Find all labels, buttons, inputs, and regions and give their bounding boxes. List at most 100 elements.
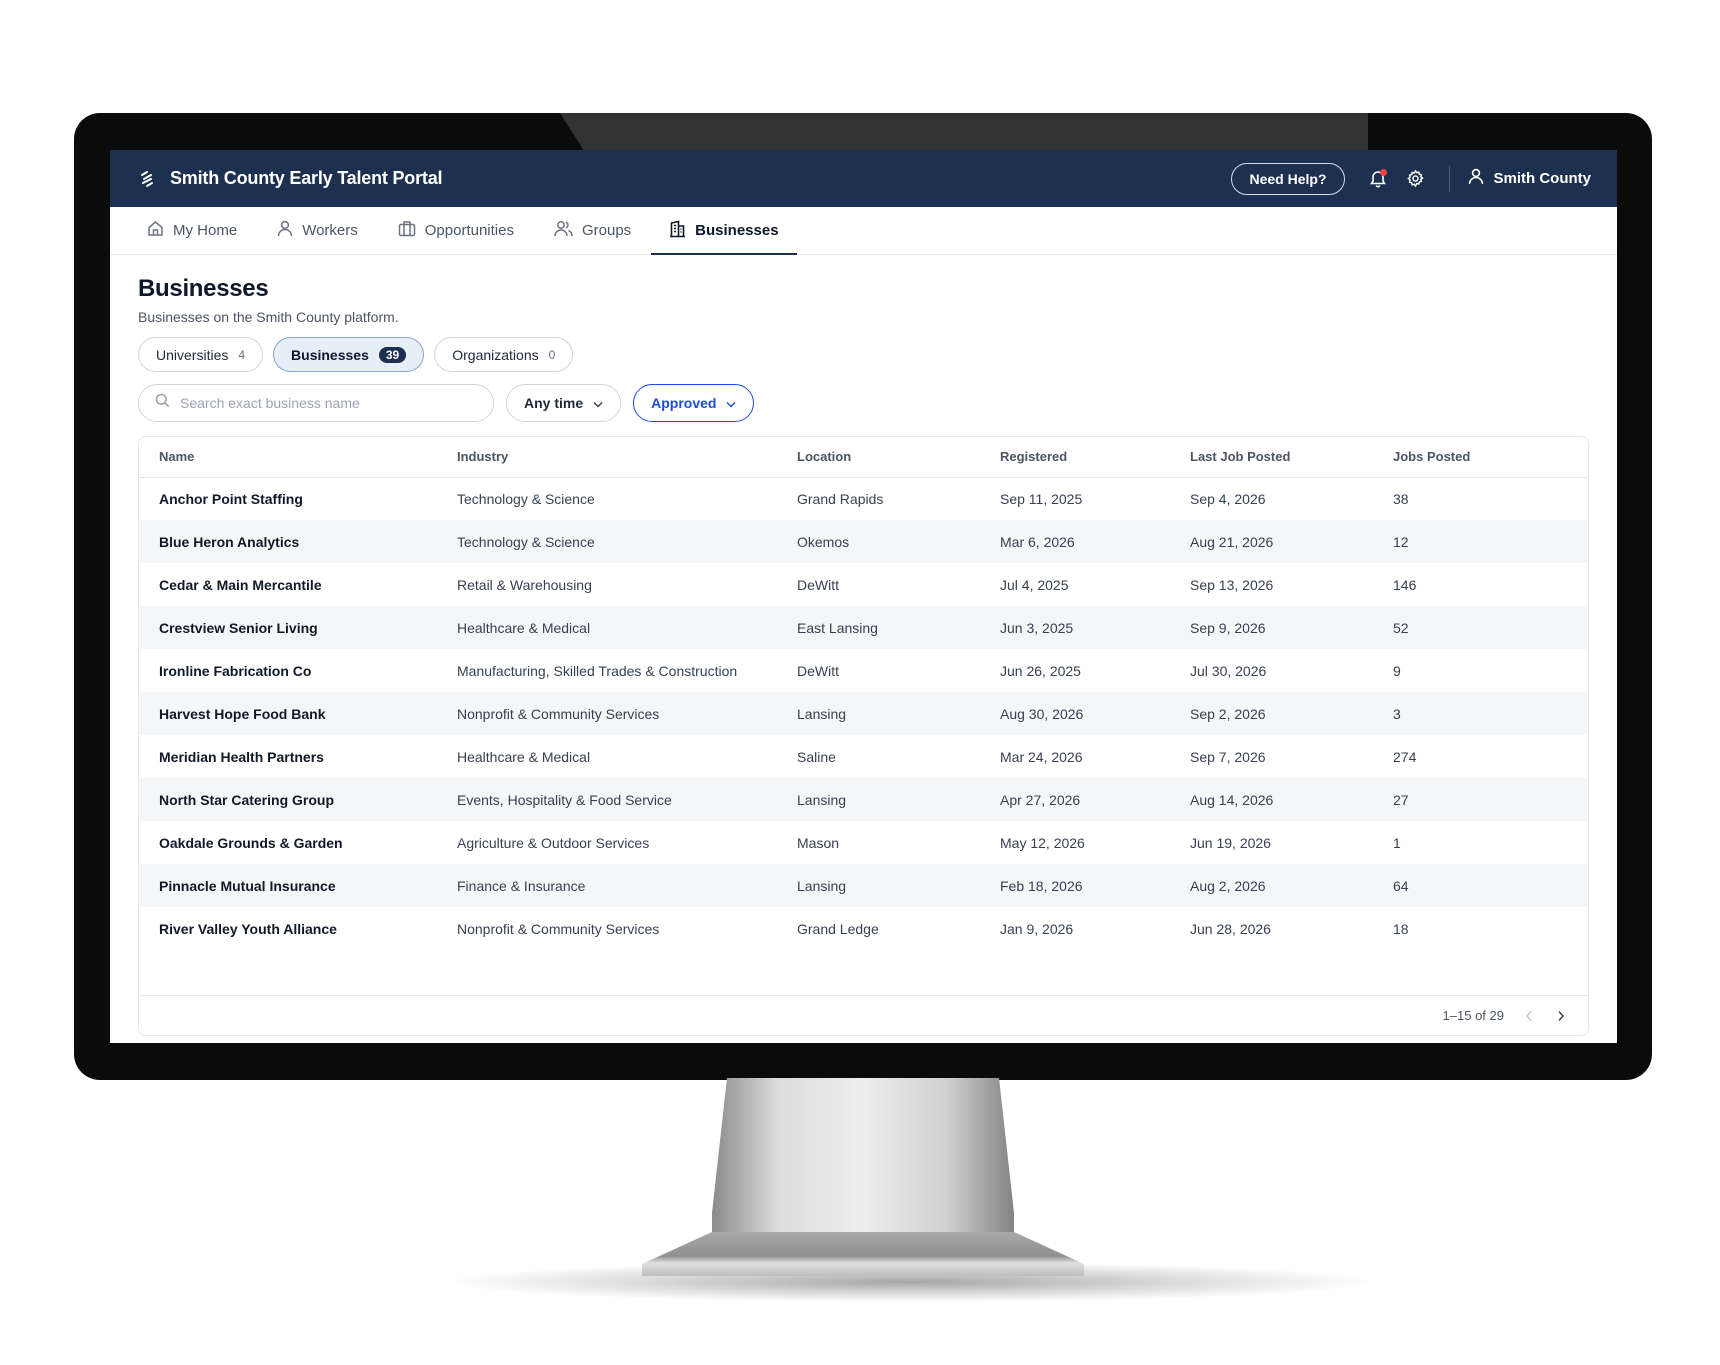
table-cell: Sep 2, 2026 <box>1190 705 1266 722</box>
nav-item-groups[interactable]: Groups <box>552 207 633 254</box>
table-cell: Nonprofit & Community Services <box>457 705 660 722</box>
notification-dot <box>1379 168 1387 176</box>
column-header[interactable]: Industry <box>437 437 777 478</box>
segment-universities[interactable]: Universities 4 <box>138 337 264 372</box>
table-cell: 274 <box>1393 748 1417 765</box>
table-cell: Pinnacle Mutual Insurance <box>159 877 336 894</box>
table-cell: Ironline Fabrication Co <box>159 662 312 679</box>
table-row[interactable]: Meridian Health Partners Healthcare & Med… <box>139 735 1588 778</box>
monitor-stand-base <box>642 1232 1084 1276</box>
table-row[interactable]: Crestview Senior Living Healthcare & Medi… <box>139 606 1588 649</box>
table-cell: Sep 7, 2026 <box>1190 748 1266 765</box>
table-cell: Jun 3, 2025 <box>1000 619 1074 636</box>
column-header[interactable]: Registered <box>980 437 1170 478</box>
column-header[interactable]: Jobs Posted <box>1373 437 1588 478</box>
account-name: Smith County <box>1493 170 1592 187</box>
notifications-bell-icon[interactable] <box>1365 166 1391 192</box>
table-header-row: Name Industry Location Registered Last Job P… <box>139 437 1588 478</box>
table-cell: May 12, 2026 <box>1000 834 1085 851</box>
table-cell: River Valley Youth Alliance <box>159 920 337 937</box>
segment-label: Organizations <box>452 346 539 363</box>
column-header[interactable]: Last Job Posted <box>1170 437 1373 478</box>
table-cell: Meridian Health Partners <box>159 748 324 765</box>
table-row[interactable]: Cedar & Main Mercantile Retail & Warehous… <box>139 563 1588 606</box>
table-cell: 146 <box>1393 576 1417 593</box>
table-cell: 1 <box>1393 834 1401 851</box>
table-cell: East Lansing <box>797 619 878 636</box>
segment-label: Universities <box>156 346 229 363</box>
table-cell: Events, Hospitality & Food Service <box>457 791 672 808</box>
nav-item-workers[interactable]: Workers <box>275 207 360 254</box>
table-cell: Grand Rapids <box>797 490 884 507</box>
status-filter-label: Approved <box>651 395 717 411</box>
account-menu[interactable]: Smith County <box>1468 168 1592 189</box>
entity-type-segments: Universities 4 Businesses 39 Organizatio… <box>138 337 1589 372</box>
need-help-button[interactable]: Need Help? <box>1231 162 1345 195</box>
next-page-icon[interactable] <box>1554 1009 1568 1023</box>
table-cell: 38 <box>1393 490 1409 507</box>
table-cell: Aug 2, 2026 <box>1190 877 1266 894</box>
table-cell: Sep 13, 2026 <box>1190 576 1274 593</box>
table-cell: 12 <box>1393 533 1409 550</box>
table-cell: North Star Catering Group <box>159 791 335 808</box>
nav-label: Workers <box>302 222 358 239</box>
previous-page-icon[interactable] <box>1522 1009 1536 1023</box>
main-nav: My Home Workers Opportunities Groups Bus… <box>110 207 1617 255</box>
main-content: Businesses Businesses on the Smith Count… <box>110 255 1617 1036</box>
table-cell: Jan 9, 2026 <box>1000 920 1074 937</box>
time-filter-dropdown[interactable]: Any time <box>506 384 622 422</box>
table-row[interactable]: Ironline Fabrication Co Manufacturing, Sk… <box>139 649 1588 692</box>
chevron-down-icon <box>593 395 603 411</box>
segment-label: Businesses <box>291 346 369 363</box>
table-row[interactable]: Oakdale Grounds & Garden Agriculture & Ou… <box>139 821 1588 864</box>
table-cell: 9 <box>1393 662 1401 679</box>
search-input[interactable] <box>180 395 460 411</box>
table-cell: 18 <box>1393 920 1409 937</box>
table-cell: Grand Ledge <box>797 920 879 937</box>
table-row[interactable]: Pinnacle Mutual Insurance Finance & Insur… <box>139 864 1588 907</box>
businesses-table-card: Name Industry Location Registered Last Job P… <box>138 436 1589 1036</box>
status-filter-dropdown[interactable]: Approved <box>633 384 755 422</box>
table-row[interactable]: Harvest Hope Food Bank Nonprofit & Commun… <box>139 692 1588 735</box>
nav-item-opportunities[interactable]: Opportunities <box>396 207 516 254</box>
table-row[interactable]: Anchor Point Staffing Technology & Scienc… <box>139 477 1588 520</box>
column-header[interactable]: Name <box>139 437 437 478</box>
search-box <box>138 384 494 422</box>
table-cell: Healthcare & Medical <box>457 619 591 636</box>
nav-item-my-home[interactable]: My Home <box>145 207 239 254</box>
table-body: Anchor Point Staffing Technology & Scienc… <box>139 477 1588 950</box>
table-cell: Jun 26, 2025 <box>1000 662 1081 679</box>
table-cell: Crestview Senior Living <box>159 619 318 636</box>
table-cell: 3 <box>1393 705 1401 722</box>
table-cell: Agriculture & Outdoor Services <box>457 834 650 851</box>
segment-count: 4 <box>238 347 246 362</box>
table-cell: DeWitt <box>797 576 839 593</box>
page-subtitle: Businesses on the Smith County platform. <box>138 309 399 325</box>
table-cell: Mar 24, 2026 <box>1000 748 1083 765</box>
table-cell: 52 <box>1393 619 1409 636</box>
segment-count: 39 <box>378 346 407 363</box>
table-row[interactable]: North Star Catering Group Events, Hospita… <box>139 778 1588 821</box>
table-cell: Feb 18, 2026 <box>1000 877 1083 894</box>
app-title: Smith County Early Talent Portal <box>170 168 443 188</box>
table-cell: Finance & Insurance <box>457 877 586 894</box>
segment-businesses[interactable]: Businesses 39 <box>273 337 425 372</box>
settings-gear-icon[interactable] <box>1403 166 1429 192</box>
building-icon <box>669 220 686 242</box>
time-filter-label: Any time <box>524 395 584 411</box>
table-cell: Cedar & Main Mercantile <box>159 576 322 593</box>
table-cell: Aug 30, 2026 <box>1000 705 1084 722</box>
users-icon <box>554 220 573 241</box>
segment-count: 0 <box>548 347 556 362</box>
top-bar: Smith County Early Talent Portal Need He… <box>110 150 1617 207</box>
table-cell: DeWitt <box>797 662 839 679</box>
table-cell: Sep 11, 2025 <box>1000 490 1083 507</box>
nav-label: My Home <box>173 222 238 239</box>
segment-organizations[interactable]: Organizations 0 <box>434 337 574 372</box>
nav-item-businesses[interactable]: Businesses <box>651 207 797 255</box>
column-header[interactable]: Location <box>777 437 980 478</box>
table-row[interactable]: River Valley Youth Alliance Nonprofit & C… <box>139 907 1588 950</box>
table-cell: Oakdale Grounds & Garden <box>159 834 343 851</box>
table-row[interactable]: Blue Heron Analytics Technology & Science… <box>139 520 1588 563</box>
table-cell: Lansing <box>797 877 847 894</box>
